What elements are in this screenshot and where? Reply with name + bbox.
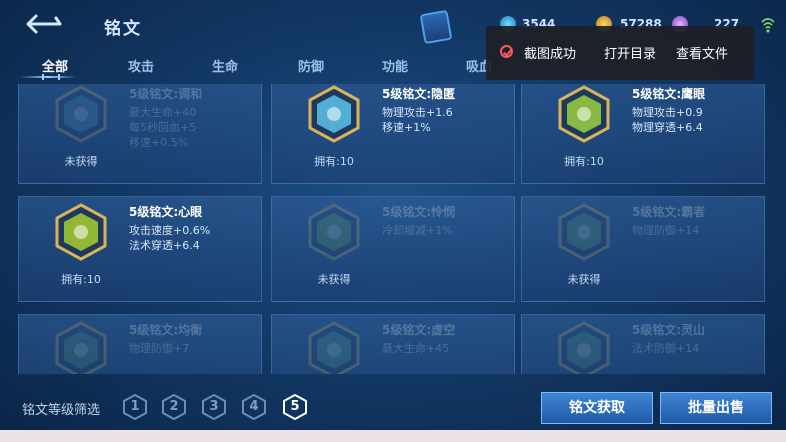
level-filter-2[interactable]: 2 [161, 393, 187, 421]
stat-line: 物理攻击+0.9 [632, 106, 703, 119]
tab-defense[interactable]: 防御 [298, 56, 324, 75]
inscription-name: 5级铭文:调和 [129, 87, 203, 101]
stat-line: 法术防御+14 [632, 342, 700, 355]
inscription-card[interactable]: 5级铭文:均衡 物理防御+7 [18, 314, 262, 374]
bottom-strip [0, 430, 786, 442]
level-filter-5[interactable]: 5 [282, 393, 308, 421]
level-number: 4 [249, 399, 259, 414]
inscription-name: 5级铭文:霸者 [632, 205, 706, 219]
inscription-badge-icon [55, 203, 107, 261]
stat-line: 攻击速度+0.6% [129, 224, 211, 237]
stat-line: 物理攻击+1.6 [382, 106, 453, 119]
inscription-stats: 最大生命+45 [382, 341, 449, 356]
inscription-badge-icon [308, 85, 360, 143]
owned-count: 未获得 [567, 273, 601, 286]
tab-attack[interactable]: 攻击 [128, 56, 154, 75]
inscription-badge-icon [558, 85, 610, 143]
level-filter-4[interactable]: 4 [241, 393, 267, 421]
inscription-card[interactable]: 未获得 5级铭文:霸者 物理防御+14 [521, 196, 765, 302]
tab-health[interactable]: 生命 [212, 56, 238, 75]
inscription-badge-icon [55, 321, 107, 374]
inscription-name: 5级铭文:鹰眼 [632, 87, 706, 101]
inscription-grid: 未获得 5级铭文:调和 最大生命+40 每5秒回血+5 移速+0.5% 拥有:10 5级铭文… [18, 84, 768, 374]
open-directory-link[interactable]: 打开目录 [604, 43, 656, 62]
inscription-badge-icon [558, 203, 610, 261]
level-filter-3[interactable]: 3 [201, 393, 227, 421]
get-inscription-button[interactable]: 铭文获取 [541, 392, 653, 424]
inscription-name: 5级铭文:怜悯 [382, 205, 456, 219]
inscription-badge-icon [308, 203, 360, 261]
inscription-badge-icon [308, 321, 360, 374]
level-filter-1[interactable]: 1 [122, 393, 148, 421]
owned-count: 拥有:10 [564, 155, 604, 168]
stat-line: 每5秒回血+5 [129, 121, 197, 134]
inscription-stats: 物理防御+7 [129, 341, 189, 356]
view-file-link[interactable]: 查看文件 [676, 43, 728, 62]
back-arrow-icon[interactable] [22, 12, 66, 36]
owned-count: 拥有:10 [314, 155, 354, 168]
inscription-stats: 物理攻击+1.6 移速+1% [382, 105, 453, 135]
page-title: 铭文 [104, 19, 142, 39]
stat-line: 法术穿透+6.4 [129, 239, 200, 252]
stat-line: 最大生命+40 [129, 106, 197, 119]
inscription-stats: 法术防御+14 [632, 341, 699, 356]
level-number: 5 [290, 399, 300, 414]
inscription-card[interactable]: 拥有:10 5级铭文:隐匿 物理攻击+1.6 移速+1% [271, 84, 515, 184]
owned-count: 拥有:10 [61, 273, 101, 286]
inscription-card[interactable]: 5级铭文:虚空 最大生命+45 [271, 314, 515, 374]
inscription-stats: 攻击速度+0.6% 法术穿透+6.4 [129, 223, 210, 253]
inscription-card[interactable]: 拥有:10 5级铭文:心眼 攻击速度+0.6% 法术穿透+6.4 [18, 196, 262, 302]
inscription-stats: 冷却缩减+1% [382, 223, 453, 238]
stat-line: 物理防御+14 [632, 224, 700, 237]
card-bag-icon[interactable] [419, 9, 453, 45]
inscription-stats: 物理攻击+0.9 物理穿透+6.4 [632, 105, 703, 135]
inscription-card[interactable]: 拥有:10 5级铭文:鹰眼 物理攻击+0.9 物理穿透+6.4 [521, 84, 765, 184]
check-circle-icon [500, 45, 513, 58]
inscription-badge-icon [55, 85, 107, 143]
tab-function[interactable]: 功能 [382, 56, 408, 75]
inscription-name: 5级铭文:灵山 [632, 323, 706, 337]
inscription-card[interactable]: 未获得 5级铭文:怜悯 冷却缩减+1% [271, 196, 515, 302]
inscription-name: 5级铭文:均衡 [129, 323, 203, 337]
stat-line: 最大生命+45 [382, 342, 450, 355]
inscription-stats: 物理防御+14 [632, 223, 699, 238]
stat-line: 移速+0.5% [129, 136, 189, 149]
inscription-stats: 最大生命+40 每5秒回血+5 移速+0.5% [129, 105, 196, 150]
level-number: 1 [130, 399, 140, 414]
inscription-name: 5级铭文:虚空 [382, 323, 456, 337]
bulk-sell-button[interactable]: 批量出售 [660, 392, 772, 424]
screenshot-toast: 截图成功 打开目录 查看文件 [486, 26, 754, 80]
level-number: 2 [169, 399, 179, 414]
inscription-name: 5级铭文:隐匿 [382, 87, 456, 101]
active-tab-marker [42, 74, 60, 80]
inscription-card[interactable]: 未获得 5级铭文:调和 最大生命+40 每5秒回血+5 移速+0.5% [18, 84, 262, 184]
level-number: 3 [209, 399, 219, 414]
wifi-icon [761, 18, 775, 33]
stat-line: 冷却缩减+1% [382, 224, 453, 237]
stat-line: 移速+1% [382, 121, 431, 134]
stat-line: 物理穿透+6.4 [632, 121, 703, 134]
inscription-badge-icon [558, 321, 610, 374]
inscription-card[interactable]: 5级铭文:灵山 法术防御+14 [521, 314, 765, 374]
owned-count: 未获得 [64, 155, 98, 168]
stat-line: 物理防御+7 [129, 342, 190, 355]
inscription-name: 5级铭文:心眼 [129, 205, 203, 219]
toast-message: 截图成功 [524, 47, 577, 62]
tab-all[interactable]: 全部 [42, 56, 68, 75]
owned-count: 未获得 [317, 273, 351, 286]
level-filter-label: 铭文等级筛选 [22, 403, 101, 418]
